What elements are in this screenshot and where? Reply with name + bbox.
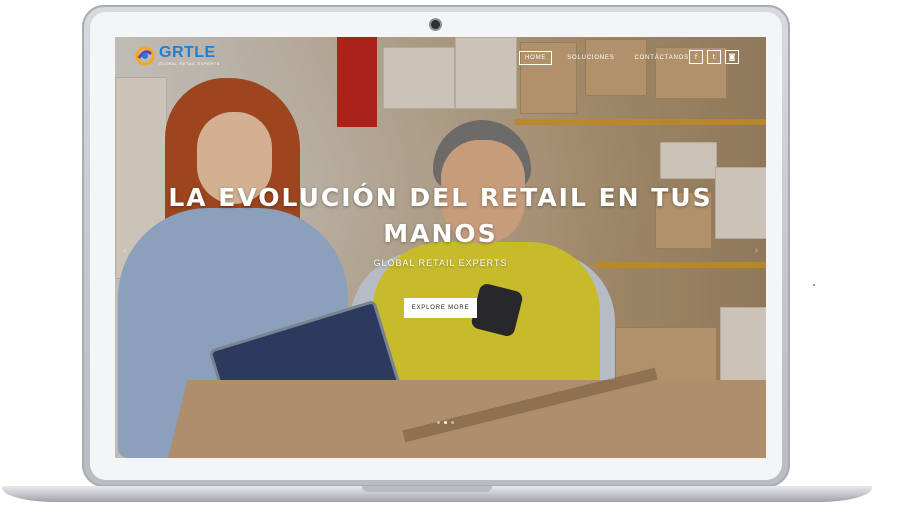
instagram-icon[interactable]: ◙	[725, 50, 739, 64]
background-speck	[813, 284, 815, 286]
hero-subtitle: GLOBAL RETAIL EXPERTS	[373, 258, 508, 268]
facebook-icon[interactable]: f	[689, 50, 703, 64]
slider-next-icon[interactable]: ›	[755, 245, 758, 256]
slider-prev-icon[interactable]: ‹	[123, 245, 126, 256]
laptop-screen: GRTLE GLOBAL RETAIL EXPERTS HOME SOLUCIO…	[115, 37, 766, 458]
logo-mark-icon	[135, 46, 155, 65]
brand-logo[interactable]: GRTLE GLOBAL RETAIL EXPERTS	[135, 45, 220, 66]
slider-dots	[437, 421, 454, 424]
social-links: f t ◙	[689, 50, 739, 64]
nav-soluciones[interactable]: SOLUCIONES	[562, 52, 619, 64]
laptop-notch	[362, 486, 492, 492]
twitter-icon[interactable]: t	[707, 50, 721, 64]
explore-more-button[interactable]: EXPLORE MORE	[404, 298, 477, 318]
slider-dot[interactable]	[437, 421, 440, 424]
main-nav: HOME SOLUCIONES CONTÁCTANOS	[519, 51, 694, 65]
nav-contactanos[interactable]: CONTÁCTANOS	[630, 52, 694, 64]
logo-text: GRTLE	[159, 44, 216, 61]
slider-dot[interactable]	[451, 421, 454, 424]
slider-dot-active[interactable]	[444, 421, 447, 424]
webcam-icon	[431, 20, 440, 29]
nav-home[interactable]: HOME	[519, 51, 553, 65]
hero-title: LA EVOLUCIÓN DEL RETAIL EN TUS MANOS	[168, 183, 713, 248]
logo-tagline: GLOBAL RETAIL EXPERTS	[159, 61, 220, 66]
logo-text-group: GRTLE GLOBAL RETAIL EXPERTS	[159, 44, 220, 67]
